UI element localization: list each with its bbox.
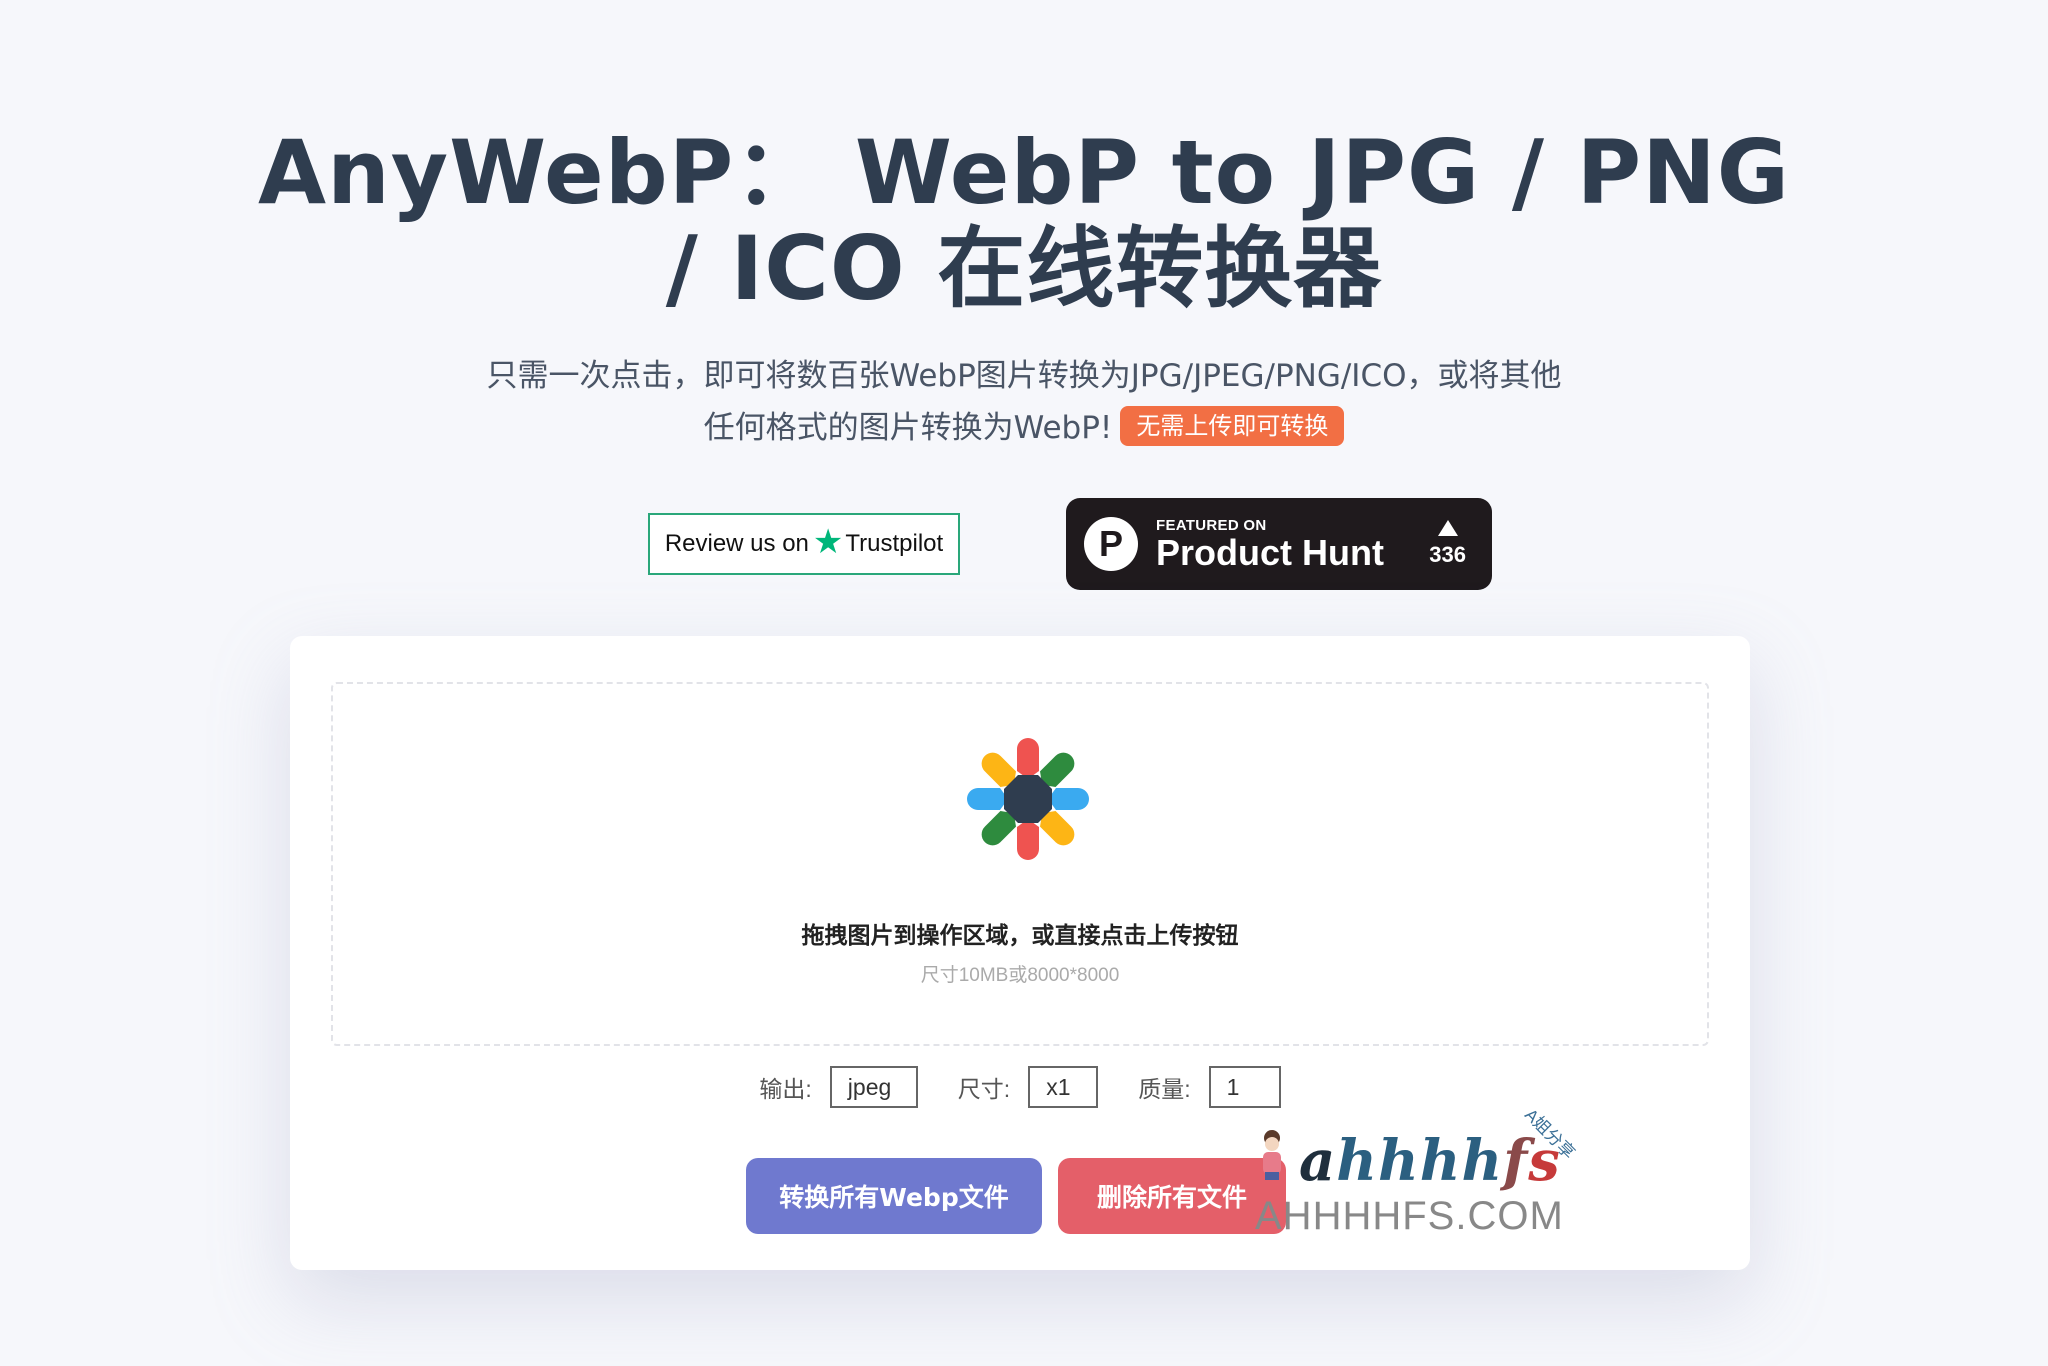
vote-count: 336 <box>1429 542 1466 567</box>
title-line-2: / ICO 在线转换器 <box>665 217 1383 320</box>
logo-center <box>1004 775 1052 823</box>
logo-petal <box>967 788 1008 810</box>
size-select[interactable]: x1 <box>1028 1066 1099 1108</box>
action-buttons: 转换所有Webp文件 删除所有文件 <box>746 1158 1286 1234</box>
dropzone-instruction: 拖拽图片到操作区域，或直接点击上传按钮 <box>801 923 1239 949</box>
subtitle-line-2: 任何格式的图片转换为WebP! 无需上传即可转换 <box>0 402 2048 454</box>
subtitle-line-2-text: 任何格式的图片转换为WebP! <box>703 410 1113 446</box>
producthunt-logo-icon: P <box>1084 517 1138 571</box>
page-title: AnyWebP： WebP to JPG / PNG / ICO 在线转换器 <box>0 125 2048 317</box>
upload-dropzone[interactable]: 拖拽图片到操作区域，或直接点击上传按钮 尺寸10MB或8000*8000 <box>331 682 1709 1046</box>
producthunt-featured-on: FEATURED ON <box>1156 516 1267 534</box>
trustpilot-review-button[interactable]: Review us on ★ Trustpilot <box>648 513 960 575</box>
producthunt-name: Product Hunt <box>1156 531 1384 573</box>
trustpilot-brand: Trustpilot <box>845 530 944 557</box>
subtitle-line-1: 只需一次点击，即可将数百张WebP图片转换为JPG/JPEG/PNG/ICO，或… <box>486 358 1562 394</box>
quality-input[interactable]: 1 <box>1208 1066 1281 1108</box>
output-label: 输出: <box>759 1076 812 1102</box>
delete-all-button[interactable]: 删除所有文件 <box>1058 1158 1286 1234</box>
logo-petal <box>1017 738 1039 779</box>
quality-label: 质量: <box>1138 1076 1191 1102</box>
output-format-select[interactable]: jpeg <box>829 1066 918 1108</box>
convert-all-button[interactable]: 转换所有Webp文件 <box>746 1158 1042 1234</box>
logo-petal <box>1017 819 1039 860</box>
no-upload-badge: 无需上传即可转换 <box>1120 406 1345 446</box>
producthunt-text: FEATURED ON Product Hunt <box>1156 517 1384 572</box>
dropzone-limit: 尺寸10MB或8000*8000 <box>920 965 1120 986</box>
page-subtitle: 只需一次点击，即可将数百张WebP图片转换为JPG/JPEG/PNG/ICO，或… <box>0 350 2048 454</box>
producthunt-badge[interactable]: P FEATURED ON Product Hunt 336 <box>1066 498 1492 590</box>
trustpilot-prefix: Review us on <box>664 530 809 557</box>
star-icon: ★ <box>812 523 844 561</box>
upvote-triangle-icon <box>1437 520 1458 536</box>
size-label: 尺寸: <box>957 1076 1011 1102</box>
anywebp-flower-logo-icon <box>967 738 1089 860</box>
producthunt-votes: 336 <box>1429 520 1466 568</box>
converter-card: 拖拽图片到操作区域，或直接点击上传按钮 尺寸10MB或8000*8000 输出:… <box>290 636 1750 1270</box>
title-line-1: AnyWebP： WebP to JPG / PNG <box>257 121 1790 224</box>
conversion-options: 输出: jpeg 尺寸: x1 质量: 1 <box>290 1066 1750 1108</box>
logo-petal <box>1048 788 1089 810</box>
